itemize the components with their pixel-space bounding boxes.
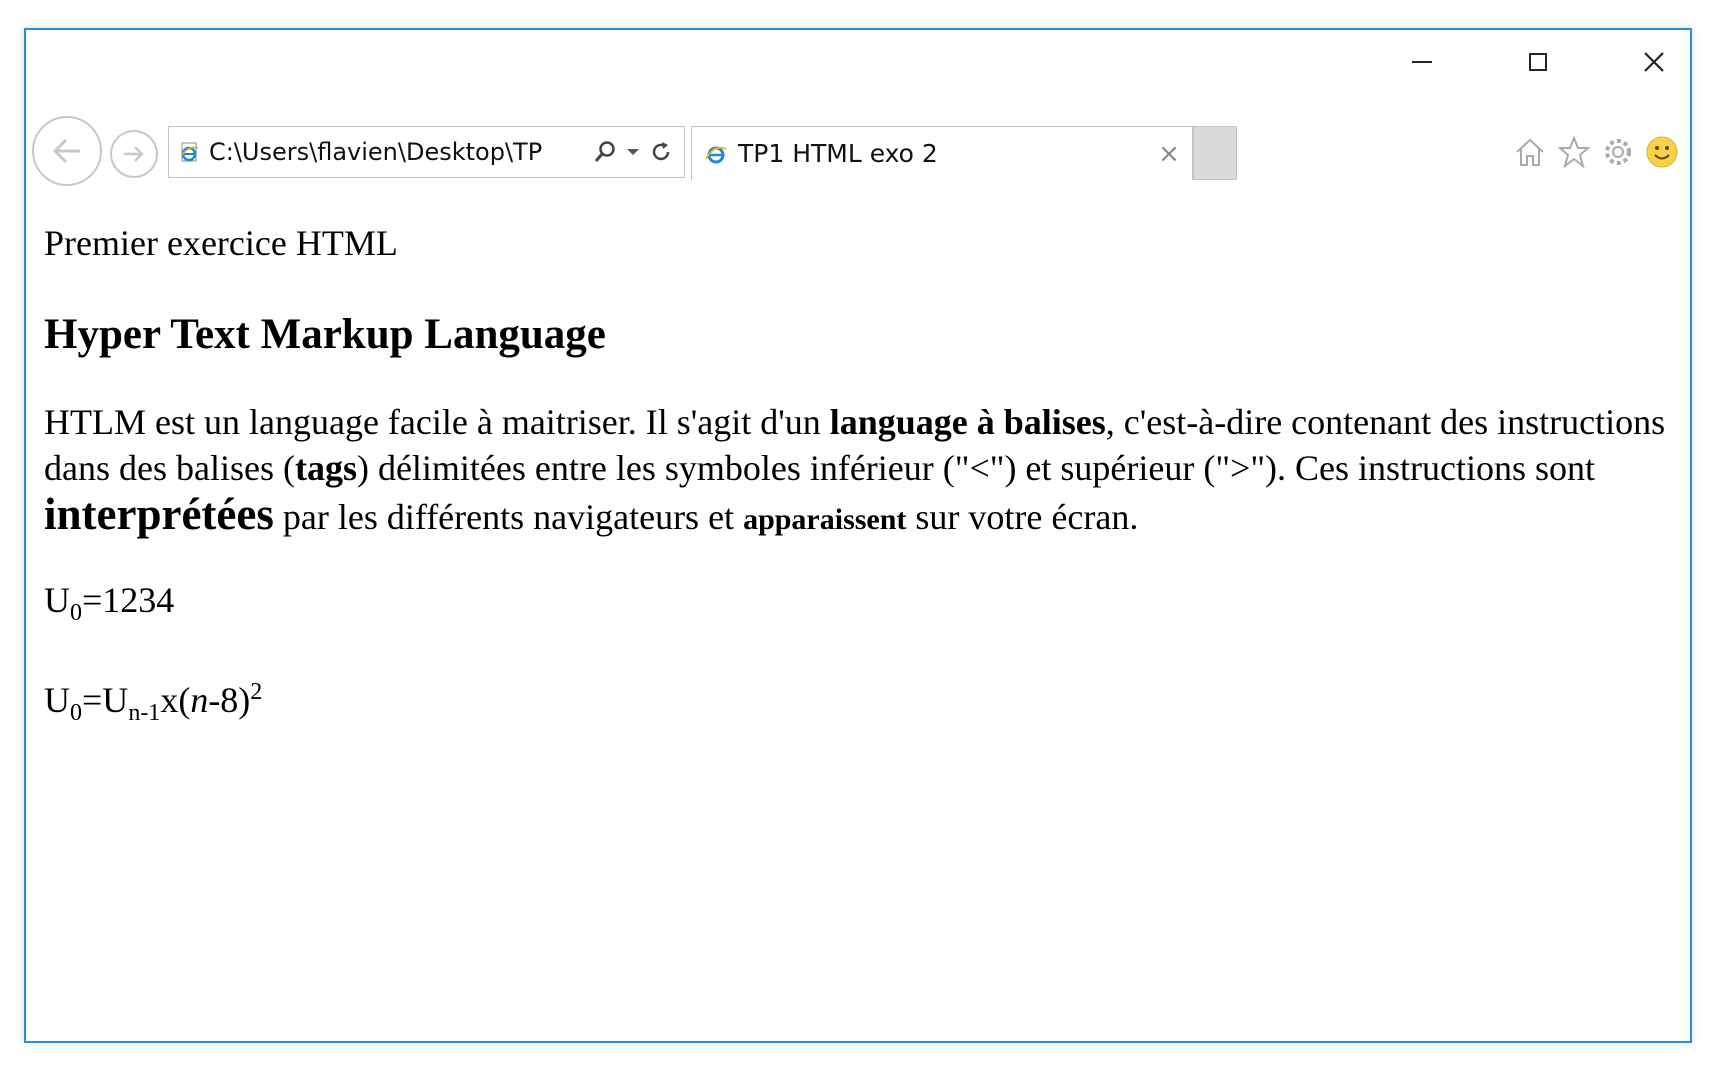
tab-title: TP1 HTML exo 2 (738, 139, 938, 168)
home-icon (1516, 138, 1544, 166)
navigation-bar: C:\Users\flavien\Desktop\TP TP1 HTML exo… (26, 86, 1690, 186)
intro-text: Premier exercice HTML (44, 223, 398, 263)
para-text-5: sur votre écran. (906, 496, 1139, 537)
maximize-icon (1529, 53, 1547, 71)
tab-active[interactable]: TP1 HTML exo 2 × (691, 126, 1193, 180)
close-button[interactable] (1624, 44, 1684, 80)
page-heading: Hyper Text Markup Language (44, 311, 606, 359)
description-paragraph: HTLM est un language facile à maitriser.… (44, 399, 1670, 543)
star-icon (1557, 135, 1591, 169)
maximize-button[interactable] (1508, 44, 1568, 80)
new-tab-button[interactable] (1193, 126, 1237, 180)
feedback-button[interactable] (1644, 134, 1680, 170)
favorites-button[interactable] (1556, 134, 1592, 170)
para-text-4: par les différents navigateurs et (273, 496, 744, 537)
formula2-mid: x( (160, 679, 191, 720)
browser-window: C:\Users\flavien\Desktop\TP TP1 HTML exo… (24, 28, 1692, 1043)
home-button[interactable] (1512, 134, 1548, 170)
address-bar[interactable]: C:\Users\flavien\Desktop\TP (168, 126, 685, 178)
close-icon (1644, 52, 1664, 72)
formula2-base: U (44, 679, 70, 720)
para-bold-1: language à balises (829, 401, 1106, 442)
minimize-button[interactable] (1392, 44, 1452, 80)
formula2-sub: 0 (70, 699, 82, 726)
forward-button[interactable] (110, 130, 158, 178)
para-big: interprétées (44, 488, 274, 539)
tab-close-icon[interactable]: × (1154, 139, 1184, 169)
para-small-bold: apparaissent (743, 502, 907, 536)
formula-1: U0=1234 (44, 579, 1670, 628)
settings-button[interactable] (1600, 134, 1636, 170)
para-text-3: ) délimitées entre les symboles inférieu… (356, 447, 1596, 488)
formula1-sub: 0 (70, 599, 82, 626)
chevron-down-icon[interactable] (625, 144, 641, 160)
ie-page-icon (180, 142, 199, 162)
gear-icon (1605, 139, 1631, 165)
formula2-eq: =U (82, 679, 129, 720)
refresh-icon[interactable] (649, 140, 673, 164)
ie-logo-icon (705, 146, 727, 163)
formula-2: U0=Un-1x(n-8)2 (44, 678, 1670, 728)
smiley-icon (1646, 136, 1678, 168)
para-bold-2: tags (294, 447, 357, 488)
forward-arrow-icon (124, 146, 144, 162)
formula2-tail: -8) (208, 679, 251, 720)
formula2-italic: n (190, 679, 209, 720)
back-button[interactable] (32, 116, 102, 186)
para-text-1: HTLM est un language facile à maitriser.… (44, 401, 830, 442)
search-icon[interactable] (593, 140, 617, 164)
address-text[interactable]: C:\Users\flavien\Desktop\TP (209, 138, 587, 166)
formula1-base: U (44, 579, 70, 620)
page-content: Premier exercice HTML Hyper Text Markup … (44, 180, 1670, 728)
formula2-sup: 2 (250, 678, 263, 705)
back-arrow-icon (52, 138, 80, 164)
formula1-rest: =1234 (82, 579, 175, 620)
formula2-sub2: n-1 (128, 699, 161, 726)
minimize-icon (1412, 61, 1432, 63)
